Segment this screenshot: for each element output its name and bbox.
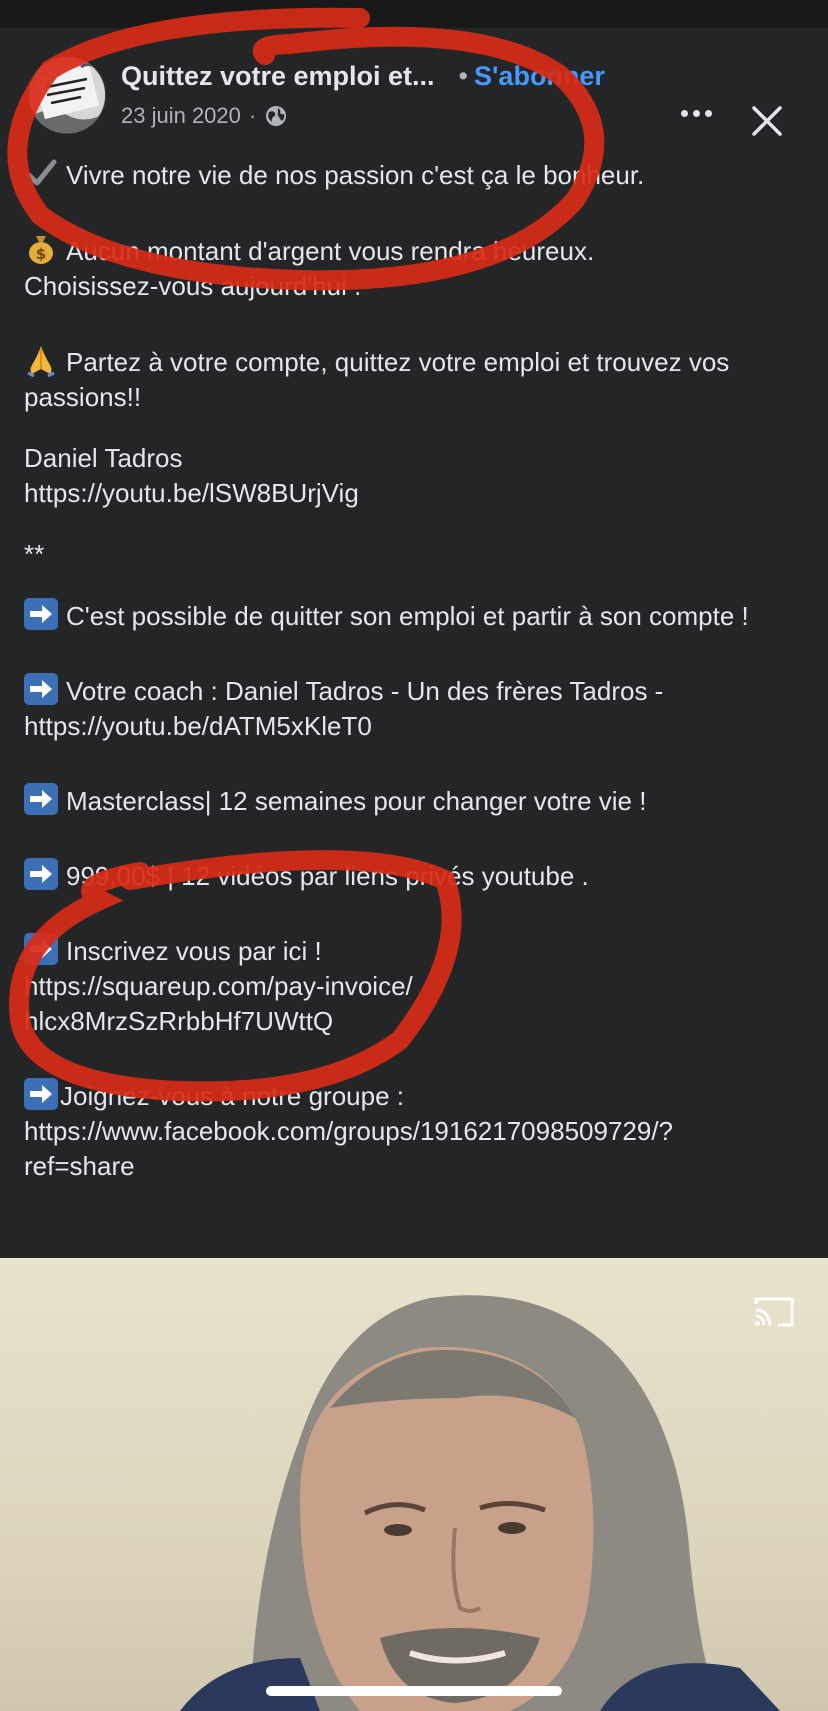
- right-arrow-icon: [24, 933, 58, 965]
- right-arrow-icon: [24, 1078, 58, 1110]
- post-header: Quittez votre emploi et... • S'abonner 2…: [0, 28, 828, 158]
- paragraph-2: $ Aucun montant d'argent vous rendra heur…: [24, 232, 804, 304]
- youtube-link-2[interactable]: https://youtu.be/dATM5xKleT0: [24, 711, 372, 741]
- paragraph-10: Inscrivez vous par ici ! https://squareu…: [24, 933, 804, 1039]
- cast-icon[interactable]: [752, 1294, 796, 1330]
- right-arrow-icon: [24, 783, 58, 815]
- paragraph-9: 999,00$ | 12 vidéos par liens privés you…: [24, 858, 804, 894]
- close-icon[interactable]: [748, 102, 786, 140]
- author-name[interactable]: Quittez votre emploi et...: [121, 61, 435, 92]
- more-horizontal-icon: [680, 109, 688, 117]
- follow-button[interactable]: S'abonner: [474, 61, 605, 92]
- right-arrow-icon: [24, 598, 58, 630]
- paragraph-4: Daniel Tadros https://youtu.be/lSW8BUrjV…: [24, 443, 359, 508]
- check-mark-icon: [25, 159, 57, 186]
- post: Quittez votre emploi et... • S'abonner 2…: [0, 28, 828, 1258]
- avatar[interactable]: [28, 56, 106, 134]
- post-body: Vivre notre vie de nos passion c'est ça …: [24, 156, 804, 1184]
- youtube-link-1[interactable]: https://youtu.be/lSW8BUrjVig: [24, 478, 359, 508]
- money-bag-icon: $: [29, 236, 53, 264]
- svg-text:$: $: [36, 245, 46, 263]
- payment-link[interactable]: https://squareup.com/pay-invoice/: [24, 971, 413, 1001]
- video-player[interactable]: [0, 1258, 828, 1711]
- video-frame: [180, 1295, 780, 1711]
- paragraph-11: Joignez-vous à notre groupe : https://ww…: [24, 1078, 804, 1184]
- more-options-button[interactable]: [676, 98, 716, 128]
- paragraph-5: **: [24, 539, 45, 569]
- group-link-cont[interactable]: ref=share: [24, 1151, 135, 1181]
- right-arrow-icon: [24, 858, 58, 890]
- post-meta: 23 juin 2020 ·: [121, 100, 288, 132]
- payment-link-cont[interactable]: hlcx8MrzSzRrbbHf7UWttQ: [24, 1006, 333, 1036]
- post-date[interactable]: 23 juin 2020: [121, 103, 241, 129]
- group-link[interactable]: https://www.facebook.com/groups/19162170…: [24, 1116, 673, 1146]
- paragraph-1: Vivre notre vie de nos passion c'est ça …: [24, 156, 804, 193]
- paragraph-7: Votre coach : Daniel Tadros - Un des frè…: [24, 673, 804, 744]
- meta-separator: ·: [248, 103, 257, 128]
- paragraph-3: Partez à votre compte, quittez votre emp…: [24, 343, 804, 415]
- author-row: Quittez votre emploi et... • S'abonner: [121, 58, 605, 94]
- globe-icon: [266, 106, 287, 126]
- status-bar-strip: [0, 0, 828, 28]
- avatar-image: [29, 57, 105, 133]
- paragraph-6: C'est possible de quitter son emploi et …: [24, 598, 804, 634]
- paragraph-8: Masterclass| 12 semaines pour changer vo…: [24, 783, 804, 819]
- right-arrow-icon: [24, 673, 58, 705]
- praying-hands-icon: [27, 346, 55, 377]
- dot-separator: •: [458, 60, 468, 91]
- home-indicator[interactable]: [266, 1686, 562, 1696]
